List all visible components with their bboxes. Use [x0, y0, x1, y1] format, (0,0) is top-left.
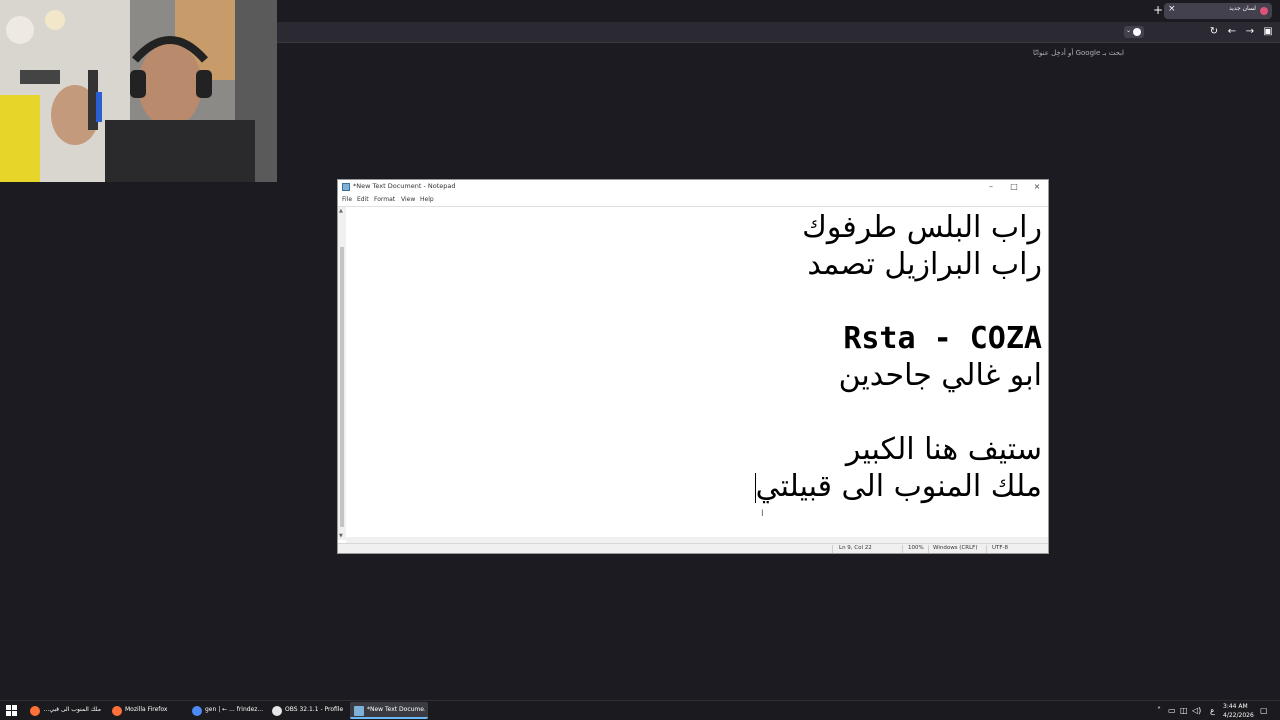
window-title: *New Text Document - Notepad	[353, 182, 456, 190]
taskbar-item-obs[interactable]: OBS 32.1.1 - Profile...	[268, 702, 346, 719]
current-line-text: ملك المنوب الى قبيلتي	[755, 469, 1042, 504]
menu-format[interactable]: Format	[374, 196, 395, 203]
firefox-icon	[30, 706, 40, 716]
notepad-icon	[342, 183, 350, 191]
taskbar-item-label: OBS 32.1.1 - Profile...	[285, 706, 343, 713]
clock-date[interactable]: 4/22/2026	[1223, 712, 1254, 719]
close-button[interactable]: ×	[1026, 181, 1048, 193]
new-tab-button[interactable]: +	[1151, 3, 1165, 17]
menu-file[interactable]: File	[342, 196, 352, 203]
browser-tab-active[interactable]: لسان جديد ×	[1164, 3, 1272, 19]
text-line	[352, 283, 1042, 320]
scrollbar-thumb[interactable]	[340, 247, 344, 527]
clock-time[interactable]: 3:44 AM	[1223, 703, 1248, 710]
obs-icon	[272, 706, 282, 716]
webcam-image	[0, 0, 277, 182]
text-line-current: ملك المنوب الى قبيلتي	[352, 468, 1042, 505]
encoding: UTF-8	[992, 545, 1009, 551]
text-line: راب البرازيل تصمد	[807, 247, 1042, 282]
menu-help[interactable]: Help	[420, 196, 434, 203]
scroll-down-icon[interactable]: ▼	[339, 533, 343, 539]
volume-icon[interactable]: ◁)	[1192, 706, 1201, 715]
taskbar: ملك المنوب الى قبي... Mozilla Firefox ge…	[0, 700, 1280, 720]
text-editor[interactable]: ▲ ▼ راب البلس طرفوك راب البرازيل تصمد Rs…	[338, 206, 1048, 540]
close-tab-icon[interactable]: ×	[1168, 4, 1176, 14]
search-engine-selector[interactable]: ⌄	[1124, 26, 1144, 38]
sidebar-icon[interactable]: ▣	[1261, 25, 1275, 39]
menu-view[interactable]: View	[401, 196, 415, 203]
status-separator	[832, 545, 833, 553]
taskbar-item-label: Mozilla Firefox	[125, 706, 168, 713]
text-line: ستيف هنا الكبير	[845, 432, 1042, 467]
firefox-icon	[112, 706, 122, 716]
zoom-level[interactable]: 100%	[908, 545, 924, 551]
ibeam-cursor-icon: I	[761, 509, 764, 519]
reload-icon[interactable]: ↻	[1207, 25, 1221, 39]
taskbar-item-firefox[interactable]: Mozilla Firefox	[108, 702, 184, 719]
webcam-overlay	[0, 0, 277, 182]
status-separator	[928, 545, 929, 553]
forward-arrow-icon[interactable]: →	[1243, 25, 1257, 39]
notifications-icon[interactable]: ▢	[1260, 706, 1268, 715]
chevron-up-icon[interactable]: ˄	[1157, 706, 1161, 715]
menu-bar: File Edit Format View Help	[338, 195, 1048, 205]
text-line: راب البلس طرفوك	[802, 210, 1042, 245]
menu-edit[interactable]: Edit	[357, 196, 369, 203]
url-bar[interactable]: ابحث بـ Google أو أدخِل عنوانًا	[277, 46, 1144, 62]
taskbar-item-notepad[interactable]: *New Text Docume...	[350, 702, 428, 719]
chrome-icon	[192, 706, 202, 716]
cursor-position: Ln 9, Col 22	[839, 545, 872, 551]
tab-title: لسان جديد	[1229, 5, 1256, 12]
notepad-titlebar[interactable]: *New Text Document - Notepad – □ ×	[338, 180, 1048, 194]
scroll-up-icon[interactable]: ▲	[339, 208, 343, 214]
minimize-button[interactable]: –	[980, 181, 1002, 193]
status-separator	[986, 545, 987, 553]
taskbar-item-label: gen | ← ... frindez...	[205, 706, 263, 713]
tab-favicon-icon	[1260, 7, 1268, 15]
text-line	[352, 394, 1042, 431]
taskbar-item-chrome[interactable]: gen | ← ... frindez...	[188, 702, 266, 719]
notepad-icon	[354, 706, 364, 716]
network-icon[interactable]: ◫	[1180, 706, 1188, 715]
status-bar: Ln 9, Col 22 100% Windows (CRLF) UTF-8	[338, 543, 1048, 553]
back-arrow-icon[interactable]: ←	[1225, 25, 1239, 39]
chevron-down-icon: ⌄	[1126, 27, 1132, 34]
taskbar-item-label: ملك المنوب الى قبي...	[43, 706, 101, 713]
editor-content[interactable]: راب البلس طرفوك راب البرازيل تصمد Rsta -…	[352, 209, 1042, 537]
start-button[interactable]	[6, 705, 18, 717]
text-line: Rsta - COZA	[843, 321, 1042, 356]
status-separator	[902, 545, 903, 553]
display-icon[interactable]: ▭	[1168, 706, 1176, 715]
vertical-scrollbar[interactable]: ▲ ▼	[338, 207, 346, 540]
line-ending: Windows (CRLF)	[933, 545, 978, 551]
notepad-window[interactable]: *New Text Document - Notepad – □ × File …	[337, 179, 1049, 554]
maximize-button[interactable]: □	[1003, 181, 1025, 193]
input-language[interactable]: ع	[1210, 706, 1215, 715]
taskbar-item-label: *New Text Docume...	[367, 706, 425, 713]
url-bar-placeholder: ابحث بـ Google أو أدخِل عنوانًا	[1032, 49, 1124, 57]
text-line: ابو غالي جاحدين	[838, 358, 1042, 393]
taskbar-item-firefox-song[interactable]: ملك المنوب الى قبي...	[26, 702, 104, 719]
google-icon	[1133, 28, 1141, 36]
